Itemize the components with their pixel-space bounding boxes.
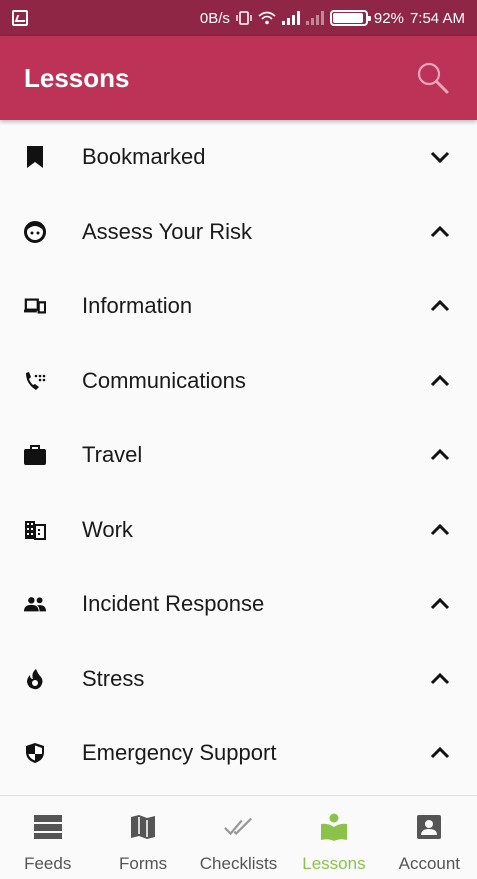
devices-icon xyxy=(24,294,46,318)
vibrate-icon xyxy=(236,11,252,25)
lesson-label: Communications xyxy=(82,367,246,393)
clock: 7:54 AM xyxy=(409,9,465,27)
image-notification-icon xyxy=(12,10,28,26)
lesson-label: Incident Response xyxy=(82,591,265,617)
shield-icon xyxy=(24,741,46,765)
chevron-up-icon[interactable] xyxy=(427,666,453,692)
search-button[interactable] xyxy=(413,58,453,98)
lesson-label: Travel xyxy=(82,442,143,468)
tab-lessons[interactable]: Lessons xyxy=(286,796,381,879)
tab-label: Lessons xyxy=(302,854,366,873)
net-speed: 0B/s xyxy=(199,9,230,27)
map-icon xyxy=(128,812,158,842)
lesson-label: Emergency Support xyxy=(82,740,277,766)
tab-forms[interactable]: Forms xyxy=(95,796,190,879)
tab-feeds[interactable]: Feeds xyxy=(0,796,95,879)
tab-account[interactable]: Account xyxy=(382,796,477,879)
chevron-up-icon[interactable] xyxy=(427,740,453,766)
signal-icon xyxy=(281,11,300,25)
tab-label: Account xyxy=(398,854,461,873)
lesson-item-information[interactable]: Information xyxy=(0,269,477,344)
chevron-up-icon[interactable] xyxy=(427,517,453,543)
chevron-up-icon[interactable] xyxy=(427,442,453,468)
tab-label: Forms xyxy=(119,854,168,873)
signal-2-icon xyxy=(305,11,324,25)
chevron-down-icon[interactable] xyxy=(427,144,453,170)
app-bar: Lessons xyxy=(0,36,477,120)
battery-icon xyxy=(329,10,371,26)
lessons-list: Bookmarked Assess Your Risk Information … xyxy=(0,120,477,791)
lesson-label: Assess Your Risk xyxy=(82,218,252,244)
briefcase-icon xyxy=(24,443,46,467)
bookmark-icon xyxy=(24,145,46,169)
chevron-up-icon[interactable] xyxy=(427,293,453,319)
bottom-navigation: Feeds Forms Checklists Lessons Account xyxy=(0,795,477,879)
lesson-item-travel[interactable]: Travel xyxy=(0,418,477,493)
lesson-label: Stress xyxy=(82,665,145,691)
wifi-icon xyxy=(258,11,276,25)
double-check-icon xyxy=(223,812,254,842)
building-icon xyxy=(24,518,46,542)
status-indicators: 0B/s 92% 7:54 AM xyxy=(200,10,465,27)
status-bar: 0B/s 92% 7:54 AM xyxy=(0,0,477,36)
lesson-item-assess-your-risk[interactable]: Assess Your Risk xyxy=(0,195,477,270)
feeds-icon xyxy=(33,812,63,842)
fire-icon xyxy=(24,667,46,691)
chevron-up-icon[interactable] xyxy=(427,219,453,245)
lesson-label: Bookmarked xyxy=(82,144,206,170)
face-icon xyxy=(24,220,46,244)
page-title: Lessons xyxy=(24,62,130,93)
lesson-item-bookmarked[interactable]: Bookmarked xyxy=(0,120,477,195)
people-icon xyxy=(24,592,46,616)
lesson-item-communications[interactable]: Communications xyxy=(0,344,477,419)
tab-label: Checklists xyxy=(199,854,278,873)
search-icon xyxy=(417,62,449,94)
lesson-item-stress[interactable]: Stress xyxy=(0,642,477,717)
lesson-item-work[interactable]: Work xyxy=(0,493,477,568)
lesson-item-emergency-support[interactable]: Emergency Support xyxy=(0,716,477,791)
book-reader-icon xyxy=(319,812,349,842)
lesson-item-incident-response[interactable]: Incident Response xyxy=(0,567,477,642)
tab-checklists[interactable]: Checklists xyxy=(191,796,286,879)
dialpad-phone-icon xyxy=(24,369,46,393)
lesson-label: Information xyxy=(82,293,193,319)
tab-label: Feeds xyxy=(24,854,72,873)
lesson-label: Work xyxy=(82,516,133,542)
account-box-icon xyxy=(414,812,444,842)
chevron-up-icon[interactable] xyxy=(427,368,453,394)
battery-percent: 92% xyxy=(373,9,404,27)
chevron-up-icon[interactable] xyxy=(427,591,453,617)
